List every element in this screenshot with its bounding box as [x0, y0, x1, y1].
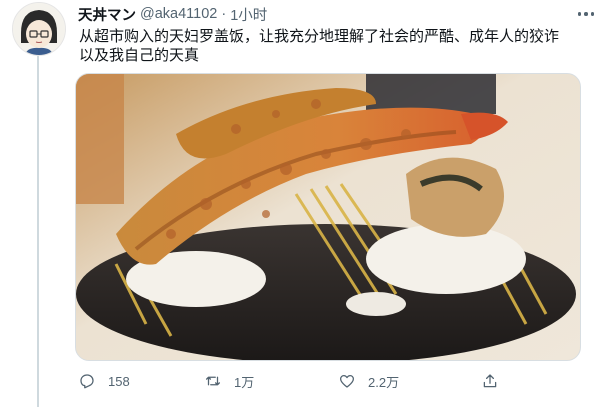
like-count: 2.2万 — [368, 374, 400, 390]
retweet-count: 1万 — [234, 374, 255, 390]
tweet-photo[interactable] — [75, 73, 581, 361]
share-upload-icon — [483, 374, 497, 388]
timestamp[interactable]: 1小时 — [230, 4, 267, 25]
reply-count: 158 — [108, 373, 130, 389]
user-handle[interactable]: @aka41102 — [140, 6, 217, 22]
tweet-text: 从超市购入的天妇罗盖饭，让我充分地理解了社会的严酷、成年人的狡诈 以及我自己的天… — [79, 28, 560, 64]
share-button[interactable] — [481, 370, 499, 392]
tempura-rice-bowl-photo — [76, 74, 580, 360]
reply-bubble-icon — [80, 374, 94, 389]
tweet-actions: 158 1万 2.2万 — [78, 370, 508, 392]
thread-line — [37, 56, 39, 407]
separator-dot: · — [221, 6, 227, 22]
more-dots-icon[interactable] — [564, 4, 594, 24]
retweet-button[interactable]: 1万 — [204, 370, 254, 392]
avatar-image — [13, 3, 65, 55]
retweet-icon — [205, 376, 221, 386]
reply-button[interactable]: 158 — [78, 370, 130, 392]
avatar[interactable] — [12, 2, 66, 56]
heart-icon — [339, 374, 355, 388]
display-name[interactable]: 天丼マン — [78, 4, 136, 25]
like-button[interactable]: 2.2万 — [338, 370, 399, 392]
tweet-header: 天丼マン @aka41102 · 1小时 — [78, 4, 594, 24]
